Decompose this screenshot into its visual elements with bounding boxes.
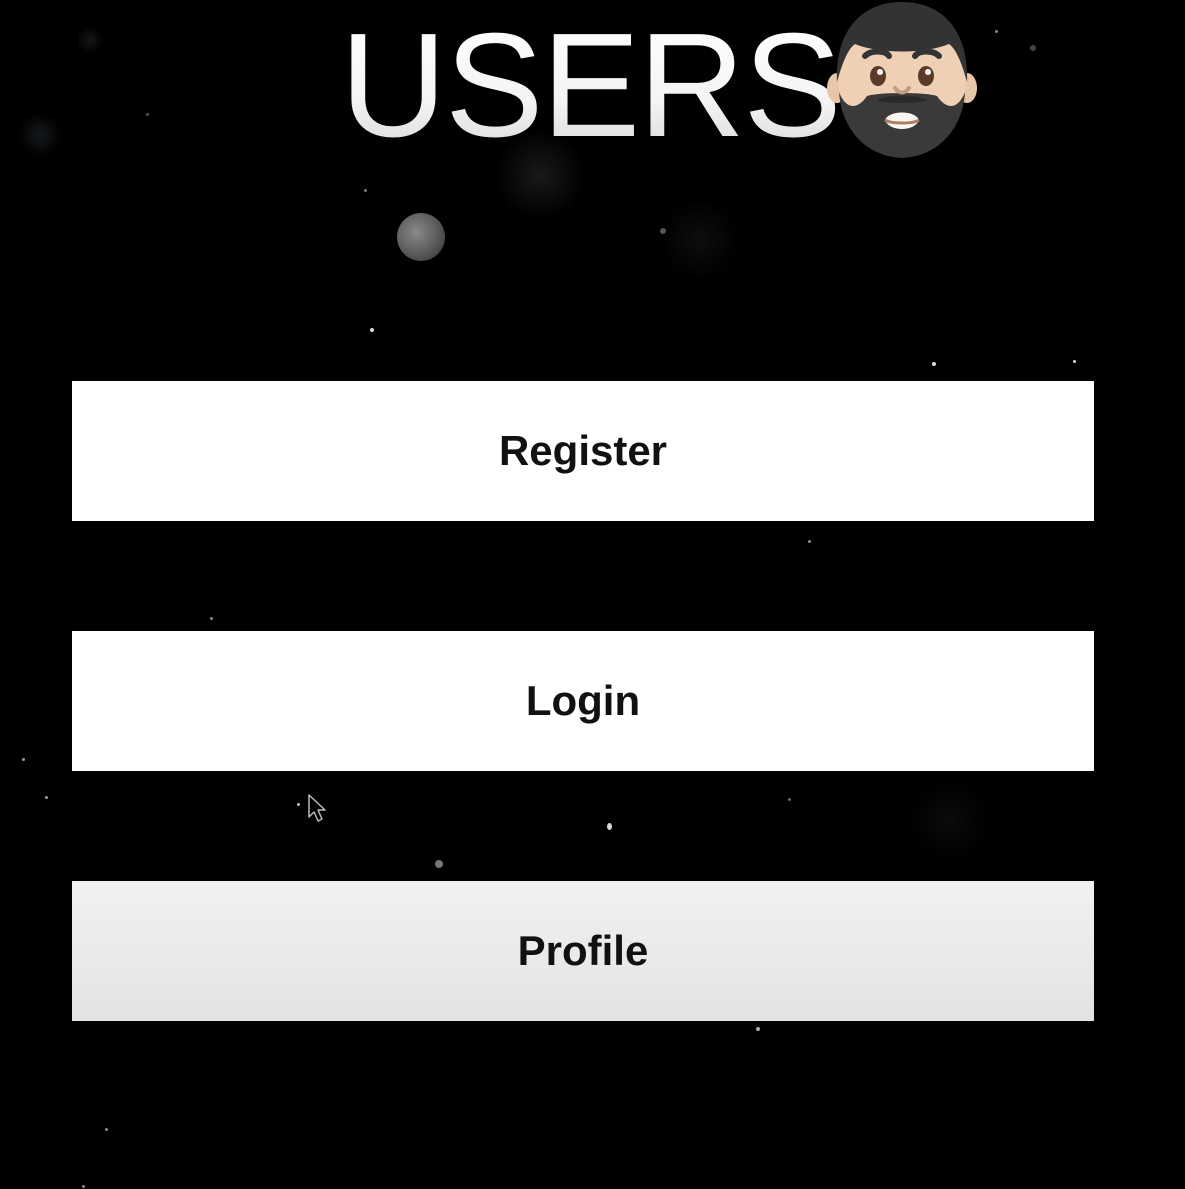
star bbox=[364, 189, 367, 192]
header: USERS bbox=[0, 0, 1185, 170]
star bbox=[756, 1027, 760, 1031]
profile-button-label: Profile bbox=[517, 927, 649, 974]
bearded-man-emoji-icon bbox=[827, 2, 977, 158]
star bbox=[82, 1185, 85, 1188]
login-button[interactable]: Login bbox=[72, 631, 1094, 771]
star bbox=[435, 860, 443, 868]
register-button[interactable]: Register bbox=[72, 381, 1094, 521]
star bbox=[607, 823, 612, 830]
star bbox=[22, 758, 25, 761]
star bbox=[210, 617, 213, 620]
star bbox=[105, 1128, 108, 1131]
mouse-cursor-icon bbox=[308, 794, 326, 822]
profile-button[interactable]: Profile bbox=[72, 881, 1094, 1021]
page-title: USERS bbox=[340, 3, 842, 168]
star bbox=[660, 228, 666, 234]
star bbox=[788, 798, 791, 801]
login-button-label: Login bbox=[525, 677, 641, 724]
moon-planet bbox=[397, 213, 445, 261]
star bbox=[808, 540, 811, 543]
star bbox=[932, 362, 936, 366]
star bbox=[370, 328, 374, 332]
star bbox=[45, 796, 48, 799]
star bbox=[297, 803, 300, 806]
register-button-label: Register bbox=[498, 427, 668, 474]
star bbox=[1073, 360, 1076, 363]
